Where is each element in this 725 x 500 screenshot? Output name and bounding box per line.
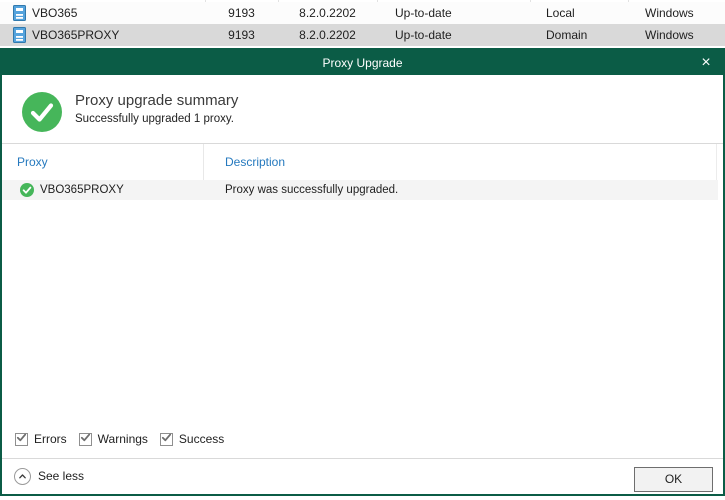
proxy-type: Local — [530, 6, 628, 20]
dialog-content: Proxy upgrade summary Successfully upgra… — [2, 75, 723, 494]
proxy-version: 8.2.0.2202 — [278, 6, 377, 20]
filter-label: Errors — [34, 432, 67, 446]
proxy-name: VBO365PROXY — [32, 28, 119, 42]
filter-label: Warnings — [98, 432, 148, 446]
table-row[interactable]: VBO365 9193 8.2.0.2202 Up-to-date Local … — [0, 2, 725, 24]
proxies-table: VBO365 9193 8.2.0.2202 Up-to-date Local … — [0, 0, 725, 48]
result-proxy-name: VBO365PROXY — [40, 180, 124, 200]
column-header-proxy[interactable]: Proxy — [17, 155, 48, 169]
see-less-label: See less — [38, 469, 84, 483]
success-check-icon — [20, 183, 34, 200]
ok-button[interactable]: OK — [634, 467, 713, 492]
summary-subtext: Successfully upgraded 1 proxy. — [75, 113, 234, 125]
checkbox-check-icon — [161, 432, 172, 446]
checkbox-warnings[interactable] — [79, 433, 92, 446]
filter-warnings[interactable]: Warnings — [79, 432, 148, 446]
proxy-name: VBO365 — [32, 6, 77, 20]
proxy-os: Windows — [628, 6, 725, 20]
proxy-port: 9193 — [205, 6, 278, 20]
chevron-up-circle-icon — [14, 468, 31, 485]
dialog-titlebar: Proxy Upgrade × — [2, 50, 723, 75]
checkbox-errors[interactable] — [15, 433, 28, 446]
success-circle-icon — [22, 92, 62, 132]
proxy-server-icon — [13, 5, 26, 24]
checkbox-check-icon — [16, 432, 27, 446]
log-filters: Errors Warnings — [15, 431, 236, 447]
result-description: Proxy was successfully upgraded. — [225, 180, 398, 200]
see-less-toggle[interactable]: See less — [14, 467, 84, 485]
proxy-os: Windows — [628, 28, 725, 42]
screen: VBO365 9193 8.2.0.2202 Up-to-date Local … — [0, 0, 725, 500]
summary-heading: Proxy upgrade summary — [75, 92, 238, 109]
proxy-status: Up-to-date — [377, 28, 530, 42]
result-row[interactable]: VBO365PROXY Proxy was successfully upgra… — [2, 180, 718, 200]
checkbox-check-icon — [80, 432, 91, 446]
results-table-border — [2, 143, 723, 144]
proxy-upgrade-dialog: Proxy Upgrade × Proxy upgrade summary Su… — [0, 48, 725, 496]
dialog-title: Proxy Upgrade — [322, 56, 402, 70]
table-row-selected[interactable]: VBO365PROXY 9193 8.2.0.2202 Up-to-date D… — [0, 24, 725, 46]
footer-divider — [2, 458, 723, 459]
filter-errors[interactable]: Errors — [15, 432, 67, 446]
proxy-port: 9193 — [205, 28, 278, 42]
proxy-type: Domain — [530, 28, 628, 42]
filter-success[interactable]: Success — [160, 432, 224, 446]
proxy-server-icon — [13, 27, 26, 46]
checkbox-success[interactable] — [160, 433, 173, 446]
filter-label: Success — [179, 432, 224, 446]
column-header-description[interactable]: Description — [225, 155, 285, 169]
proxy-status: Up-to-date — [377, 6, 530, 20]
proxy-version: 8.2.0.2202 — [278, 28, 377, 42]
close-icon[interactable]: × — [695, 50, 717, 75]
